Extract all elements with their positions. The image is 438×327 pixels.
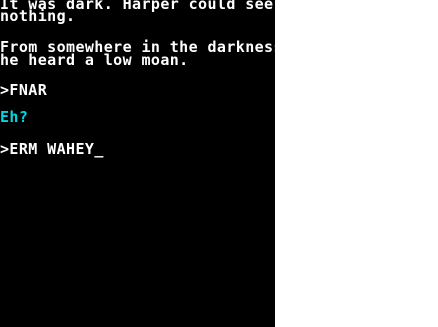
command-input-text[interactable]: >ERM WAHEY bbox=[0, 140, 94, 158]
command-input-line[interactable]: >ERM WAHEY_ bbox=[0, 140, 104, 158]
parser-response: Eh? bbox=[0, 108, 29, 126]
text-cursor: _ bbox=[94, 140, 104, 158]
game-text-screen[interactable]: It was dark. Harper could see nothing. F… bbox=[0, 0, 275, 327]
narrative-line-4: he heard a low moan. bbox=[0, 51, 189, 69]
narrative-line-2: nothing. bbox=[0, 7, 76, 25]
command-echo: >FNAR bbox=[0, 81, 48, 99]
